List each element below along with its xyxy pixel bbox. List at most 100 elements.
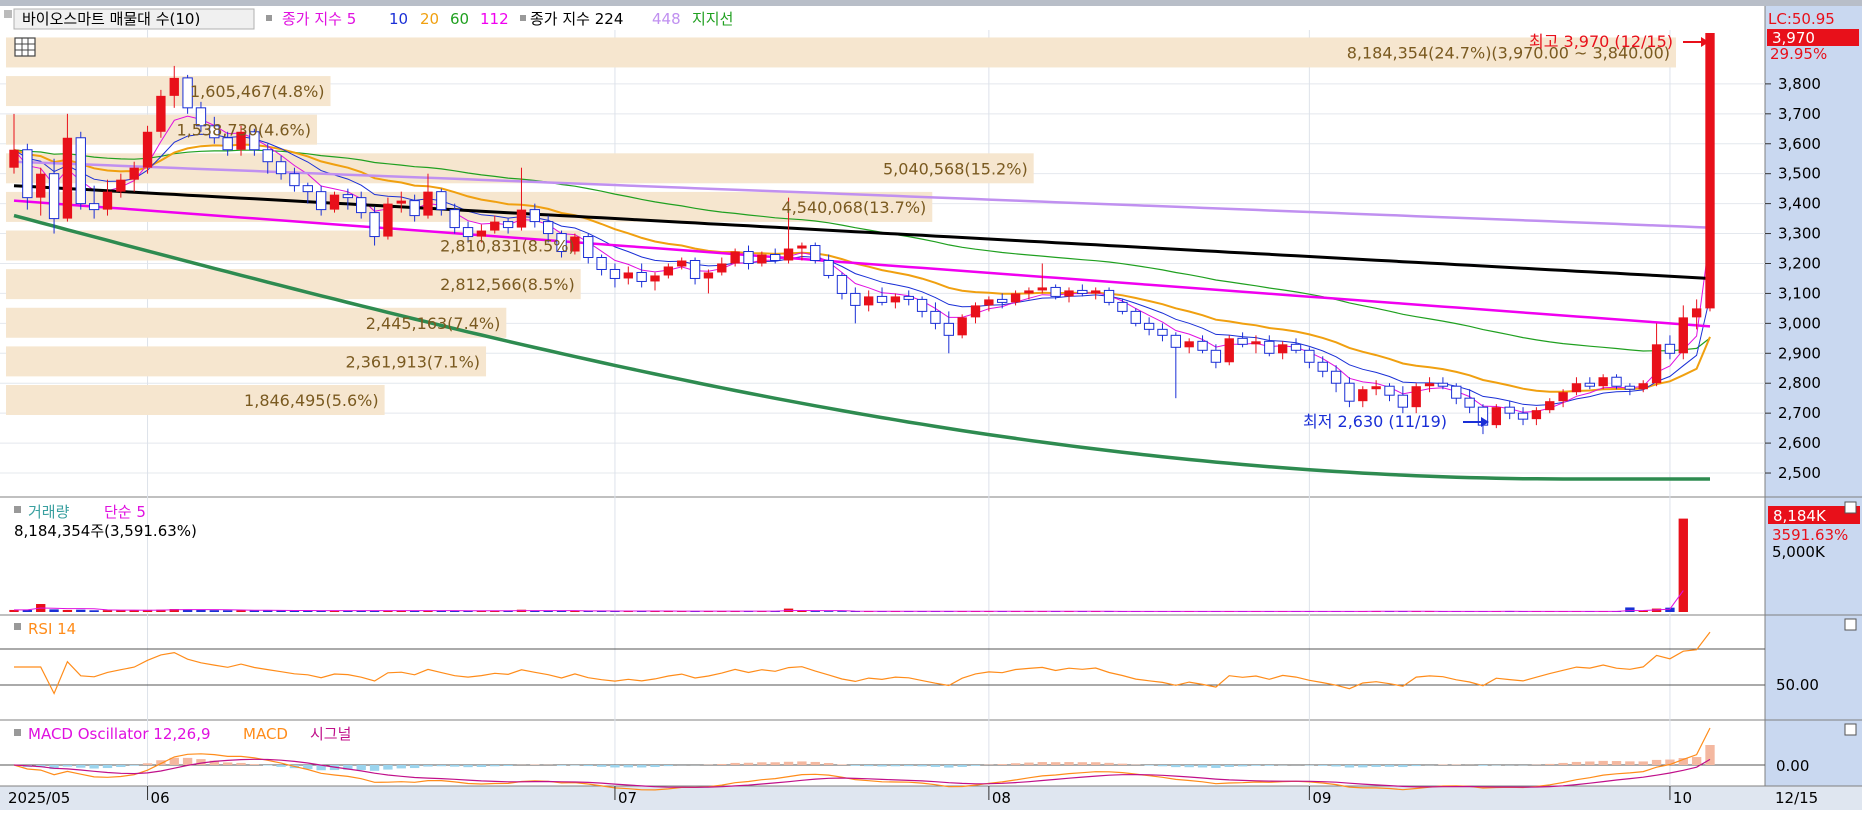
stock-name[interactable]: 바이오스마트 매물대 수(10)	[22, 10, 200, 28]
candle-body	[771, 255, 780, 261]
candle-body	[1051, 287, 1060, 296]
volume-bar	[210, 610, 219, 612]
volume-bar	[63, 610, 72, 612]
macd-osc-bar	[1158, 765, 1167, 766]
macd-osc-bar	[1211, 765, 1220, 768]
macd-osc-bar	[1358, 765, 1367, 767]
candle-body	[63, 138, 72, 219]
macd-axis-tick: 0.00	[1776, 757, 1809, 775]
candle-body	[1452, 386, 1461, 398]
candle-body	[1185, 341, 1194, 347]
candle-body	[851, 293, 860, 305]
candle-body	[690, 260, 699, 278]
candle-body	[984, 299, 993, 305]
candle-body	[1118, 302, 1127, 311]
macd-osc-bar	[357, 765, 366, 770]
macd-osc-bar	[1011, 763, 1020, 765]
candle-body	[276, 162, 285, 174]
volume-axis-pct: 3591.63%	[1772, 526, 1848, 544]
macd-osc-bar	[450, 765, 459, 767]
candle-body	[1225, 338, 1234, 362]
candle-body	[1291, 344, 1300, 350]
macd-osc-bar	[851, 765, 860, 766]
macd-osc-bar	[597, 765, 606, 767]
candle-body	[1064, 290, 1073, 296]
legend-ma-label: 종가 지수 5	[282, 10, 356, 28]
month-label: 10	[1673, 789, 1692, 807]
candle-body	[143, 132, 152, 168]
candle-body	[1011, 293, 1020, 302]
candle-body	[1398, 395, 1407, 407]
macd-osc-bar	[437, 765, 446, 766]
price-tick-label: 2,500	[1778, 464, 1821, 482]
candle-body	[1625, 386, 1634, 389]
stock-chart[interactable]: 8,184,354(24.7%)(3,970.00 ~ 3,840.00)1,6…	[0, 0, 1862, 810]
candle-body	[1465, 398, 1474, 407]
macd-osc-bar	[1171, 765, 1180, 767]
candle-body	[1265, 341, 1274, 353]
macd-osc-bar	[397, 765, 406, 768]
candle-body	[1251, 341, 1260, 344]
candle-body	[9, 150, 18, 168]
candle-body	[1158, 329, 1167, 335]
candle-body	[1572, 383, 1581, 392]
macd-osc-bar	[1705, 745, 1714, 765]
volume-bar	[223, 610, 232, 612]
legend-ma60: 60	[450, 10, 469, 28]
candle-body	[1385, 386, 1394, 395]
low-annotation: 최저 2,630 (11/19)	[1303, 412, 1447, 431]
rsi-close-icon[interactable]	[1845, 619, 1856, 630]
table-icon[interactable]	[15, 38, 35, 56]
macd-osc-bar	[797, 761, 806, 765]
price-tick-label: 3,200	[1778, 254, 1821, 272]
candle-body	[1665, 344, 1674, 353]
legend-support: 지지선	[692, 10, 733, 28]
macd-close-icon[interactable]	[1845, 724, 1856, 735]
price-tick-label: 3,400	[1778, 195, 1821, 213]
candle-body	[637, 272, 646, 281]
macd-osc-bar	[1625, 761, 1634, 765]
macd-osc-bar	[1118, 764, 1127, 765]
price-tick-label: 3,100	[1778, 284, 1821, 302]
candle-body	[650, 275, 659, 281]
candle-body	[1545, 401, 1554, 410]
volume-axis-value: 8,184K	[1773, 507, 1827, 525]
macd-osc-bar	[864, 765, 873, 766]
candle-body	[1091, 290, 1100, 293]
macd-osc-bar	[1104, 763, 1113, 765]
volume-profile-label: 1,846,495(5.6%)	[244, 391, 379, 410]
rsi-label: RSI 14	[28, 620, 76, 638]
volume-profile-label: 2,812,566(8.5%)	[440, 275, 575, 294]
candle-body	[1238, 338, 1247, 344]
macd-osc-bar	[423, 765, 432, 767]
candle-body	[757, 255, 766, 264]
candle-body	[584, 237, 593, 258]
macd-osc-bar	[730, 763, 739, 765]
candle-body	[1305, 350, 1314, 362]
macd-osc-bar	[811, 762, 820, 765]
candle-body	[437, 192, 446, 210]
macd-osc-bar	[1238, 765, 1247, 766]
macd-osc-bar	[76, 765, 85, 768]
macd-osc-bar	[463, 765, 472, 767]
macd-osc-bar	[89, 765, 98, 769]
candle-body	[597, 258, 606, 270]
price-tick-label: 3,700	[1778, 105, 1821, 123]
macd-osc-bar	[1652, 760, 1661, 765]
candle-body	[931, 311, 940, 323]
candle-body	[664, 266, 673, 275]
price-tick-label: 2,600	[1778, 434, 1821, 452]
candle-body	[837, 275, 846, 293]
volume-close-icon[interactable]	[1845, 502, 1856, 513]
volume-profile-label: 5,040,568(15.2%)	[883, 159, 1028, 178]
volume-bar	[1679, 519, 1688, 612]
macd-osc-bar	[650, 765, 659, 767]
macd-osc-bar	[931, 765, 940, 767]
macd-osc-bar	[1371, 765, 1380, 767]
candle-body	[1518, 413, 1527, 419]
volume-label: 거래량	[28, 503, 70, 521]
legend-ma10: 10	[389, 10, 408, 28]
candle-body	[1358, 389, 1367, 401]
candle-body	[864, 296, 873, 305]
macd-osc-bar	[717, 764, 726, 765]
